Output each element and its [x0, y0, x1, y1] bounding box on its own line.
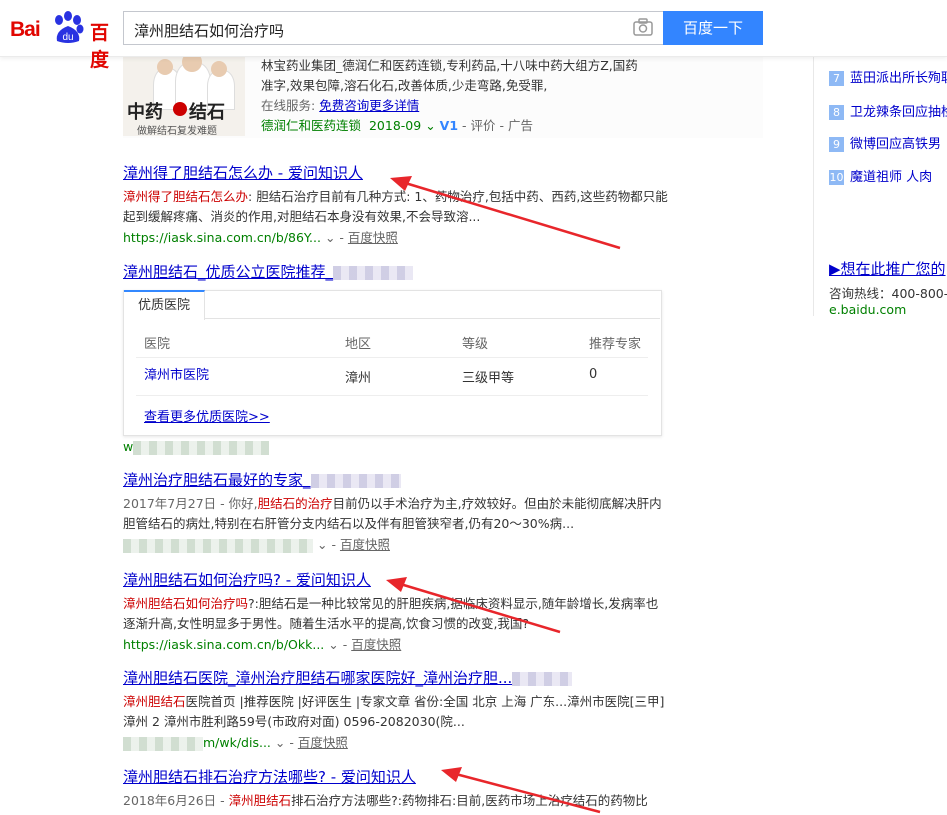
hot-list-item[interactable]: 10 魔道祖师 人肉 [829, 166, 932, 185]
ad-eval-link[interactable]: 评价 [471, 118, 496, 133]
result-abstract: 漳州胆结石如何治疗吗?:胆结石是一种比较常见的肝胆疾病,据临床资料显示,随年龄增… [123, 596, 659, 631]
ad-image-title: 中药 [127, 102, 163, 123]
blurred-text [310, 473, 401, 488]
header: Bai du 百度 百度一下 [0, 0, 947, 71]
col-header-expert: 推荐专家 [589, 337, 642, 352]
paw-icon: du [55, 11, 84, 43]
hot-list-item[interactable]: 7 蓝田派出所长殉职 [829, 67, 947, 86]
ad-service-label: 在线服务: [261, 98, 316, 113]
search-result: 漳州得了胆结石怎么办 - 爱问知识人 漳州得了胆结石怎么办: 胆结石治疗目前有几… [123, 163, 668, 248]
blurred-url [123, 736, 203, 751]
result-url[interactable]: https://iask.sina.com.cn/b/Okk... [123, 637, 324, 652]
result-title[interactable]: 漳州胆结石医院_漳州治疗胆结石哪家医院好_漳州治疗胆... [123, 668, 668, 688]
chevron-down-icon[interactable]: ⌄ [325, 230, 335, 245]
hospital-card-url: w [123, 436, 668, 457]
chevron-down-icon[interactable]: ⌄ [275, 735, 285, 750]
result-title[interactable]: 漳州胆结石排石治疗方法哪些? - 爱问知识人 [123, 767, 668, 787]
snapshot-link[interactable]: 百度快照 [298, 735, 348, 750]
search-result: 漳州胆结石排石治疗方法哪些? - 爱问知识人 2018年6月26日 - 漳州胆结… [123, 767, 668, 811]
promo-link[interactable]: ▶想在此推广您的 [829, 258, 946, 279]
result-title[interactable]: 漳州治疗胆结石最好的专家_ [123, 470, 668, 490]
blurred-text [512, 671, 573, 686]
result-title[interactable]: 漳州得了胆结石怎么办 - 爱问知识人 [123, 163, 668, 183]
result-url[interactable]: m/wk/dis... [203, 735, 271, 750]
ad-date: 2018-09 [368, 118, 422, 133]
blurred-url [133, 440, 270, 455]
hospital-region: 漳州 [345, 371, 372, 386]
col-header-region: 地区 [345, 337, 372, 352]
result-title[interactable]: 漳州胆结石_优质公立医院推荐_ [123, 262, 668, 282]
result-url-line: https://iask.sina.com.cn/b/Okk... ⌄ - 百度… [123, 637, 402, 652]
blurred-url [123, 538, 313, 553]
snapshot-link[interactable]: 百度快照 [340, 537, 390, 552]
col-header-hospital: 医院 [144, 337, 171, 352]
v1-badge[interactable]: V1 [440, 118, 458, 133]
ad-service-link[interactable]: 免费咨询更多详情 [319, 98, 419, 113]
snapshot-link[interactable]: 百度快照 [348, 230, 398, 245]
chevron-down-icon[interactable]: ⌄ [328, 637, 338, 652]
abstract-highlight: 漳州得了胆结石怎么办 [123, 189, 249, 204]
col-header-level: 等级 [462, 337, 489, 352]
promo-domain[interactable]: e.baidu.com [829, 302, 906, 317]
hospital-expert-count: 0 [589, 367, 598, 382]
result-abstract: 2017年7月27日 - 你好,胆结石的治疗目前仍以手术治疗为主,疗效较好。但由… [123, 496, 662, 531]
ad-result: 中药 结石 做解结石复发难题 林宝药业集团_德润仁和医药连锁,专利药品,十八味中… [123, 56, 763, 138]
search-input[interactable] [132, 18, 616, 42]
logo-du-small: du [62, 32, 73, 43]
search-result: 漳州治疗胆结石最好的专家_ 2017年7月27日 - 你好,胆结石的治疗目前仍以… [123, 470, 668, 555]
ad-label: 广告 [508, 118, 534, 133]
ad-service-line: 在线服务: 免费咨询更多详情 [261, 96, 761, 116]
search-button[interactable]: 百度一下 [663, 11, 763, 45]
search-result: 漳州胆结石如何治疗吗? - 爱问知识人 漳州胆结石如何治疗吗?:胆结石是一种比较… [123, 570, 668, 655]
search-result: 漳州胆结石_优质公立医院推荐_ [123, 262, 668, 282]
snapshot-link[interactable]: 百度快照 [351, 637, 401, 652]
result-url-line: ⌄ - 百度快照 [123, 535, 668, 555]
hot-list-item[interactable]: 8 卫龙辣条回应抽检 [829, 101, 947, 120]
search-result: 漳州胆结石医院_漳州治疗胆结石哪家医院好_漳州治疗胆... 漳州胆结石医院首页 … [123, 668, 668, 753]
ad-text: 林宝药业集团_德润仁和医药连锁,专利药品,十八味中药大组方Z,国药 准字,效果包… [261, 56, 761, 136]
ad-image[interactable]: 中药 结石 做解结石复发难题 [123, 56, 245, 136]
result-url-line: m/wk/dis... ⌄ - 百度快照 [123, 733, 668, 753]
tab-quality-hospital[interactable]: 优质医院 [124, 290, 205, 320]
logo-bai-text: Bai [10, 18, 41, 41]
camera-icon[interactable] [633, 18, 653, 36]
chevron-down-icon[interactable]: ⌄ [425, 118, 435, 133]
chevron-down-icon[interactable]: ⌄ [317, 537, 327, 552]
ad-desc-line1: 林宝药业集团_德润仁和医药连锁,专利药品,十八味中药大组方Z,国药 [261, 58, 638, 73]
ad-meta: 德润仁和医药连锁 2018-09 ⌄ V1 - 评价 - 广告 [261, 118, 534, 133]
ad-image-caption: 做解结石复发难题 [137, 126, 217, 136]
ad-image-title2: 结石 [189, 102, 225, 123]
blurred-text [333, 265, 414, 280]
result-abstract: 漳州得了胆结石怎么办: 胆结石治疗目前有几种方式: 1、药物治疗,包括中药、西药… [123, 189, 668, 224]
hospital-card: 优质医院 医院 地区 等级 推荐专家 漳州市医院 漳州 三级甲等 0 查看更多优… [123, 290, 662, 436]
result-url[interactable]: https://iask.sina.com.cn/b/86Y... [123, 230, 321, 245]
search-box[interactable] [123, 11, 663, 45]
ad-desc-line2: 准字,效果包障,溶石化石,改善体质,少走弯路,免受罪, [261, 78, 548, 93]
ad-image-seal [173, 102, 187, 116]
logo-baidu-cn: 百度 [90, 22, 111, 71]
right-divider [813, 56, 814, 316]
more-hospitals-link[interactable]: 查看更多优质医院>> [144, 406, 270, 425]
result-abstract: 漳州胆结石医院首页 |推荐医院 |好评医生 |专家文章 省份:全国 北京 上海 … [123, 694, 665, 729]
hot-list-item[interactable]: 9 微博回应高铁男 [829, 133, 941, 152]
ad-source[interactable]: 德润仁和医药连锁 [261, 118, 361, 133]
result-abstract: 2018年6月26日 - 漳州胆结石排石治疗方法哪些?:药物排石:目前,医药市场… [123, 793, 648, 808]
hospital-level: 三级甲等 [462, 371, 515, 386]
result-title[interactable]: 漳州胆结石如何治疗吗? - 爱问知识人 [123, 570, 668, 590]
hotline-text: 咨询热线：400-800- [829, 286, 947, 301]
result-url-line: https://iask.sina.com.cn/b/86Y... ⌄ - 百度… [123, 230, 398, 245]
hospital-name-link[interactable]: 漳州市医院 [144, 364, 209, 383]
